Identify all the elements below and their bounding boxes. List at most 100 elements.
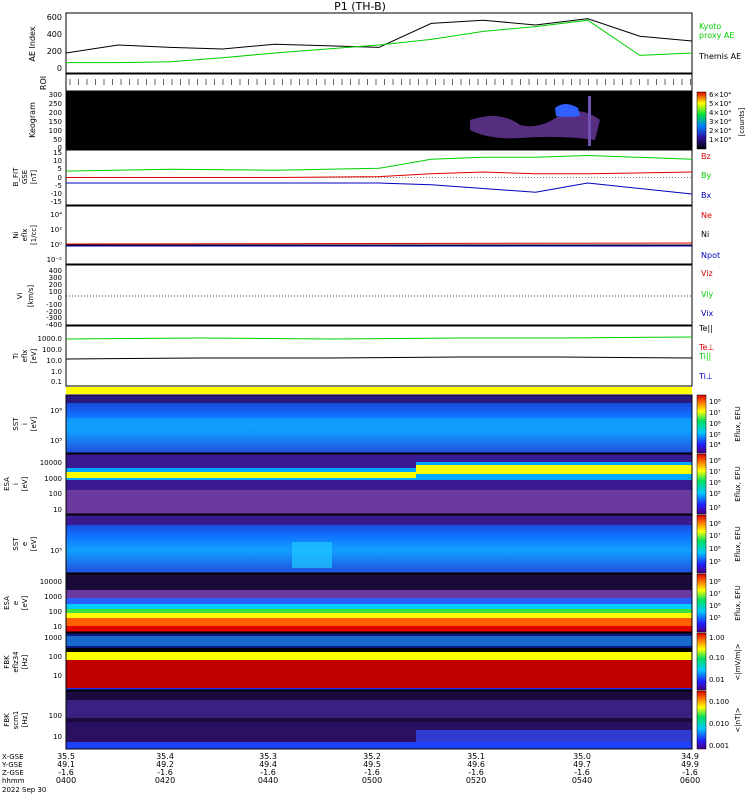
b-tick-0: 0	[58, 174, 62, 182]
ae-panel: AE Index 600 400 200 0 Kyoto proxy AE Th…	[28, 12, 741, 74]
footer-t: 0600	[680, 776, 700, 785]
ae-legend-kyoto-1: Kyoto	[699, 22, 721, 31]
footer-t: 0440	[258, 776, 278, 785]
t-tick-1000: 1000.0	[38, 335, 63, 343]
keo-tick-250: 250	[49, 100, 62, 108]
n-tick-1e2: 10²	[50, 226, 62, 234]
eflux-cbar4-tick-6: 10⁶	[709, 602, 721, 610]
temp-panel: Ti eflx [eV] 1000.0 100.0 10.0 1.0 0.1 T…	[12, 324, 714, 387]
esa-i-ylabel-1: ESA	[3, 477, 11, 491]
t-legend-tiperp: Ti⊥	[698, 372, 713, 381]
eflux-cbar2-tick-7: 10⁷	[709, 468, 721, 476]
fbk-e-cbar-01: 0.10	[709, 654, 725, 662]
esa-i-ylabel-2: i	[12, 483, 20, 485]
keo-cbar-3: 3×10⁴	[709, 118, 731, 126]
n-tick-1em2: 10⁻²	[47, 256, 63, 264]
t-tick-10: 10.0	[46, 357, 62, 365]
fbk-e-tick-100: 100	[49, 653, 62, 661]
esa-i-tick-10000: 10000	[40, 459, 62, 467]
footer-axis: 35.5 49.1 -1.6 0400 35.4 49.2 -1.6 0420 …	[1, 752, 700, 794]
bfield-ylabel-3: [nT]	[30, 170, 38, 184]
bfield-ylabel-2: GSE	[21, 170, 29, 184]
fbk-e-cbar-001: 0.01	[709, 676, 725, 684]
footer-label-x: X-GSE	[2, 753, 24, 761]
footer-label-hhmm: hhmm	[2, 777, 25, 785]
esa-i-ylabel-3: [eV]	[21, 476, 29, 491]
footer-col-0400: 35.5 49.1 -1.6 0400	[56, 752, 76, 785]
velocity-ylabel-1: Vi	[16, 293, 24, 300]
t-legend-tipar: Ti||	[698, 352, 711, 361]
keo-cbar-6: 6×10⁴	[709, 91, 731, 99]
esa-i-tick-100: 100	[49, 490, 62, 498]
esa-e-band-purple	[66, 590, 692, 598]
b-tick-m15: -15	[51, 198, 62, 206]
esa-i-peak-core-2	[416, 465, 692, 474]
ae-ylabel: AE Index	[28, 26, 37, 61]
sst-e-panel: SST e [eV] 10⁵	[12, 514, 693, 574]
b-tick-5: 5	[58, 165, 62, 173]
esa-e-tick-10000: 10000	[40, 578, 62, 586]
eflux-cbar3-tick-7: 10⁷	[709, 532, 721, 540]
eflux-cbar-label-2: Eflux, EFU	[734, 466, 742, 501]
fbk-b-blue-band	[66, 742, 692, 749]
fbk-b-cbar-001: 0.010	[709, 720, 729, 728]
esa-e-tick-1000: 1000	[44, 593, 62, 601]
footer-col-0500: 35.2 49.5 -1.6 0500	[362, 752, 382, 785]
esa-e-band-orange	[66, 618, 692, 626]
density-ylabel-1: Ni	[12, 231, 20, 238]
plot-title: P1 (TH-B)	[334, 0, 386, 13]
esa-e-band-yellow	[66, 613, 692, 618]
eflux-cbar1-tick-7: 10⁷	[709, 409, 721, 417]
eflux-cbar1-tick-6: 10⁶	[709, 420, 721, 428]
eflux-cbar-label-3: Eflux, EFU	[734, 526, 742, 561]
velocity-panel: Vi [km/s] 400 300 200 100 0 -100 -200 -3…	[16, 264, 714, 329]
sst-e-tick-1e5: 10⁵	[50, 547, 62, 555]
b-tick-m5: -5	[55, 182, 62, 190]
fbk-b-ylabel-2: scm1	[12, 711, 20, 730]
b-tick-m10: -10	[51, 190, 62, 198]
eflux-cbar4-tick-7: 10⁷	[709, 590, 721, 598]
density-ylabel-2: eflx	[21, 229, 29, 242]
eflux-cbar2-tick-8: 10⁸	[709, 457, 721, 465]
footer-col-0600: 34.9 49.9 -1.6 0600	[680, 752, 700, 785]
eflux-cbar2-tick-3: 10³	[709, 504, 721, 512]
esa-e-tick-100: 100	[49, 608, 62, 616]
t-legend-teperp: Te⊥	[698, 343, 714, 352]
eflux-cbar3-tick-5: 10⁵	[709, 558, 721, 566]
sst-i-top-band	[66, 395, 692, 403]
v-legend-vix: Vix	[701, 309, 714, 318]
velocity-frame	[65, 264, 693, 326]
sst-i-tick-1e5: 10⁵	[50, 437, 62, 445]
density-ylabel-3: [1/cc]	[30, 225, 38, 245]
eflux-cbar-label-4: Eflux, EFU	[734, 585, 742, 620]
v-tick-m400: -400	[46, 321, 62, 329]
sst-e-top-band	[66, 515, 692, 525]
sst-i-panel: SST i [eV] 10⁶ 10⁵	[12, 394, 693, 454]
footer-label-z: Z-GSE	[2, 769, 24, 777]
b-tick-15: 15	[53, 149, 62, 157]
temp-ylabel-1: Ti	[12, 353, 20, 360]
eflux-cbar-label-1: Eflux, EFU	[734, 406, 742, 441]
bfield-panel: B_FIT GSE [nT] 15 10 5 0 -5 -10 -15 Bz B…	[12, 149, 711, 206]
esa-i-panel: ESA i [eV] 10000 1000 100 10	[3, 453, 693, 515]
esa-i-peak-core	[66, 472, 426, 478]
eflux-cbar1-tick-8: 10⁸	[709, 398, 721, 406]
esa-i-tick-10: 10	[53, 506, 62, 514]
fbk-e-tick-1000: 1000	[44, 634, 62, 642]
keogram-streak	[588, 96, 591, 146]
fbk-b-ylabel-1: FBK	[3, 713, 11, 727]
b-legend-bx: Bx	[701, 191, 711, 200]
ae-tick-0: 0	[57, 64, 62, 73]
keogram-colorbar	[696, 91, 707, 150]
n-tick-1e0: 10⁰	[50, 241, 62, 249]
b-legend-by: By	[701, 171, 711, 180]
density-frame	[65, 205, 693, 265]
keo-tick-200: 200	[49, 109, 62, 117]
t-legend-tepar: Te||	[698, 324, 713, 333]
n-tick-1e4: 10⁴	[50, 211, 62, 219]
v-legend-viz: Viz	[701, 269, 713, 278]
footer-col-0420: 35.4 49.2 -1.6 0420	[155, 752, 175, 785]
t-tick-01: 0.1	[51, 378, 62, 386]
sst-i-cyan-band	[66, 418, 692, 428]
esa-i-background	[66, 490, 692, 514]
